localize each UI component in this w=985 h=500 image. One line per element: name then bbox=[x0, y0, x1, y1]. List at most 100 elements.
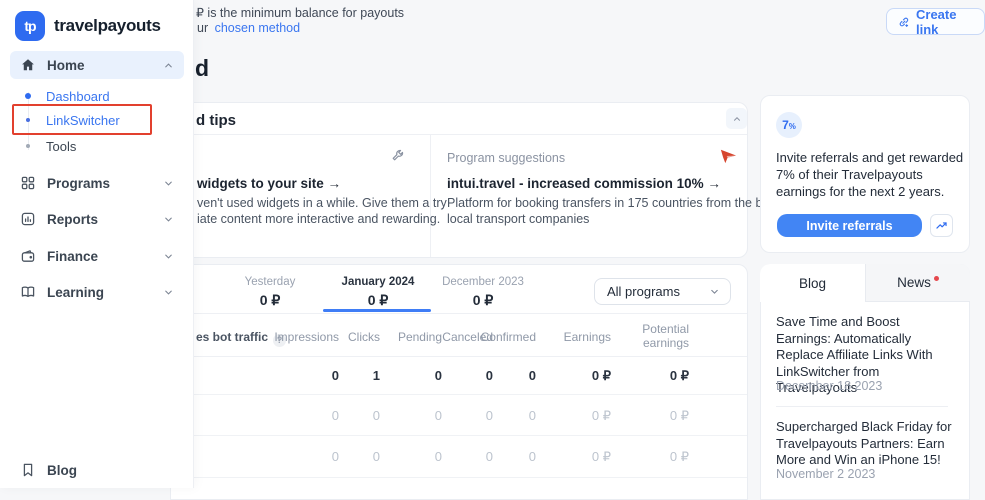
dashboard-bullet bbox=[25, 93, 31, 99]
program-suggestions-label: Program suggestions bbox=[447, 151, 565, 165]
referral-stats-button[interactable] bbox=[930, 214, 953, 237]
column-header-potential-earnings: Potential earnings bbox=[629, 322, 689, 350]
badge-number: 7 bbox=[782, 118, 789, 132]
finance-wallet-icon bbox=[20, 248, 36, 264]
sidebar-item-label: Programs bbox=[47, 176, 163, 191]
sidebar-item-reports[interactable]: Reports bbox=[10, 206, 184, 232]
tips-header-divider bbox=[171, 134, 747, 135]
chevron-down-icon bbox=[709, 286, 720, 297]
create-link-button[interactable]: Create link bbox=[886, 8, 985, 35]
reports-chart-icon bbox=[20, 211, 36, 227]
sidebar-item-tools[interactable]: Tools bbox=[46, 139, 76, 154]
period-label: Yesterday bbox=[220, 276, 320, 288]
referral-text-line1: Invite referrals and get rewarded bbox=[776, 150, 963, 165]
tools-bullet bbox=[26, 144, 30, 148]
payout-balance-note: ₽ is the minimum balance for payouts bbox=[196, 5, 404, 20]
period-tab-yesterday[interactable]: Yesterday 0 ₽ bbox=[220, 276, 320, 309]
sidebar-item-programs[interactable]: Programs bbox=[10, 170, 184, 196]
sidebar-item-blog[interactable]: Blog bbox=[10, 457, 184, 483]
tip-widgets-body-line2: iate content more interactive and reward… bbox=[197, 212, 440, 226]
sidebar-item-label: Blog bbox=[47, 463, 184, 478]
active-period-underline bbox=[323, 309, 431, 312]
table-row: 0 0 0 0 0 0 ₽ 0 ₽ bbox=[171, 395, 747, 436]
payout-method-note: ur chosen method bbox=[197, 21, 300, 35]
period-label: January 2024 bbox=[318, 276, 438, 288]
blog-bookmark-icon bbox=[20, 462, 36, 478]
cell-earnings: 0 ₽ bbox=[535, 357, 611, 395]
tip-program-body-line2: local transport companies bbox=[447, 212, 589, 226]
cell-potential-earnings: 0 ₽ bbox=[613, 395, 689, 436]
cell-confirmed: 0 bbox=[460, 436, 536, 478]
table-row: 0 0 0 0 0 0 ₽ 0 ₽ bbox=[171, 436, 747, 478]
period-value: 0 ₽ bbox=[423, 292, 543, 309]
period-value: 0 ₽ bbox=[220, 292, 320, 309]
chevron-up-icon bbox=[163, 60, 174, 71]
create-link-label: Create link bbox=[916, 7, 973, 37]
trending-up-icon bbox=[935, 219, 948, 232]
tip-program-title[interactable]: intui.travel - increased commission 10% … bbox=[447, 176, 721, 191]
cell-confirmed: 0 bbox=[460, 395, 536, 436]
table-row: 0 1 0 0 0 0 ₽ 0 ₽ bbox=[171, 357, 747, 395]
period-value: 0 ₽ bbox=[318, 292, 438, 309]
program-filter-select[interactable]: All programs bbox=[594, 278, 731, 305]
tips-collapse-button[interactable] bbox=[726, 108, 747, 129]
cell-potential-earnings: 0 ₽ bbox=[613, 436, 689, 478]
column-header-earnings: Earnings bbox=[535, 330, 611, 344]
sidebar-item-label: Finance bbox=[47, 249, 163, 264]
invite-referrals-button[interactable]: Invite referrals bbox=[777, 214, 922, 237]
column-header-confirmed: Confirmed bbox=[460, 330, 536, 344]
blog-post-title[interactable]: Supercharged Black Friday for Travelpayo… bbox=[776, 419, 952, 469]
sidebar-item-label: Reports bbox=[47, 212, 163, 227]
payout-method-prefix: ur bbox=[197, 21, 208, 35]
period-label: December 2023 bbox=[423, 276, 543, 288]
cell-earnings: 0 ₽ bbox=[535, 395, 611, 436]
badge-percent-sign: % bbox=[789, 122, 796, 131]
cell-potential-earnings: 0 ₽ bbox=[613, 357, 689, 395]
travelpayouts-logo-text: travelpayouts bbox=[54, 16, 161, 36]
annotation-highlight-linkswitcher bbox=[12, 104, 152, 135]
period-tab-january-2024[interactable]: January 2024 0 ₽ bbox=[318, 276, 438, 309]
post-divider bbox=[776, 406, 948, 407]
tip-program-body-line1: Platform for booking transfers in 175 co… bbox=[447, 196, 779, 210]
tab-news-label: News bbox=[897, 275, 931, 290]
chevron-down-icon bbox=[163, 251, 174, 262]
period-tab-december-2023[interactable]: December 2023 0 ₽ bbox=[423, 276, 543, 309]
sidebar-item-home[interactable]: Home bbox=[10, 51, 184, 79]
chevron-down-icon bbox=[163, 178, 174, 189]
chevron-down-icon bbox=[163, 287, 174, 298]
sidebar-item-finance[interactable]: Finance bbox=[10, 243, 184, 269]
cell-confirmed: 0 bbox=[460, 357, 536, 395]
learning-book-icon bbox=[20, 284, 36, 300]
bot-traffic-label: es bot traffic bbox=[196, 330, 268, 344]
tip-widgets-title[interactable]: widgets to your site → bbox=[197, 176, 341, 191]
blog-post-date: December 18 2023 bbox=[776, 379, 882, 393]
sidebar-item-label: Home bbox=[47, 58, 163, 73]
tab-blog[interactable]: Blog bbox=[760, 264, 865, 302]
referral-percent-badge: 7% bbox=[776, 112, 802, 138]
sidebar-item-dashboard[interactable]: Dashboard bbox=[46, 89, 110, 104]
chosen-method-link[interactable]: chosen method bbox=[215, 21, 300, 35]
page-title: d bbox=[195, 55, 209, 82]
travelpayouts-logo-mark: tp bbox=[15, 11, 45, 41]
blog-post-date: November 2 2023 bbox=[776, 467, 875, 481]
news-unread-dot bbox=[934, 276, 939, 281]
tab-news[interactable]: News bbox=[865, 264, 970, 302]
sidebar-item-label: Learning bbox=[47, 285, 163, 300]
tips-card-title: d tips bbox=[196, 112, 236, 129]
home-icon bbox=[20, 57, 36, 73]
tip-widgets-body-line1: ven't used widgets in a while. Give them… bbox=[197, 196, 447, 210]
chevron-up-icon bbox=[732, 114, 742, 124]
referral-text-line2: 7% of their Travelpayouts bbox=[776, 167, 923, 182]
sidebar: tp travelpayouts Home Dashboard LinkSwit… bbox=[0, 0, 194, 488]
programs-grid-icon bbox=[20, 175, 36, 191]
sidebar-item-learning[interactable]: Learning bbox=[10, 279, 184, 305]
stats-tabs-divider bbox=[171, 313, 747, 314]
create-link-icon bbox=[898, 15, 910, 29]
send-icon bbox=[719, 148, 737, 164]
program-filter-value: All programs bbox=[607, 284, 709, 299]
tab-blog-label: Blog bbox=[799, 276, 826, 291]
wrench-icon bbox=[390, 147, 406, 163]
chevron-down-icon bbox=[163, 214, 174, 225]
travelpayouts-logo[interactable]: tp travelpayouts bbox=[15, 11, 161, 41]
referral-text-line3: earnings for the next 2 years. bbox=[776, 184, 944, 199]
